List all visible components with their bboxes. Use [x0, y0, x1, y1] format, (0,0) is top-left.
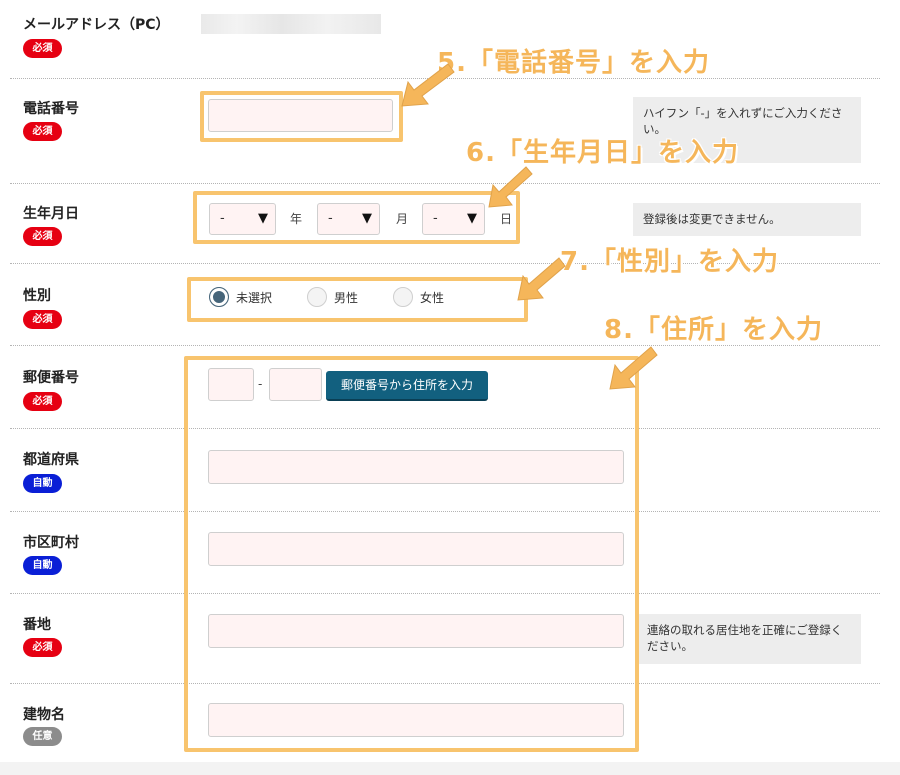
arrow-down-left-icon [401, 63, 455, 107]
arrow-down-left-icon [488, 166, 533, 208]
auto-badge: 自動 [23, 556, 62, 575]
city-label: 市区町村 [23, 535, 79, 551]
arrow-down-left-icon [609, 346, 658, 390]
birth-label: 生年月日 [23, 206, 79, 222]
required-badge: 必須 [23, 122, 62, 141]
street-label: 番地 [23, 617, 51, 633]
zip-label: 郵便番号 [23, 370, 79, 386]
callout-gender: 7.「性別」を入力 [560, 247, 779, 277]
building-label: 建物名 [23, 707, 65, 723]
required-badge: 必須 [23, 39, 62, 58]
optional-badge: 任意 [23, 727, 62, 746]
auto-badge: 自動 [23, 474, 62, 493]
address-highlight-box [184, 356, 639, 752]
required-badge: 必須 [23, 227, 62, 246]
birth-note: 登録後は変更できません。 [633, 203, 861, 236]
callout-birth: 6.「生年月日」を入力 [466, 138, 739, 168]
required-badge: 必須 [23, 638, 62, 657]
required-badge: 必須 [23, 392, 62, 411]
gender-highlight-box [187, 277, 528, 322]
street-note: 連絡の取れる居住地を正確にご登録ください。 [637, 614, 861, 664]
callout-phone: 5.「電話番号」を入力 [437, 48, 710, 78]
gender-label: 性別 [23, 288, 51, 304]
phone-label: 電話番号 [23, 101, 79, 117]
arrow-down-left-icon [517, 257, 566, 301]
row-divider [10, 183, 880, 184]
email-label: メールアドレス（PC） [23, 17, 170, 33]
birth-highlight-box [193, 191, 520, 244]
callout-address: 8.「住所」を入力 [604, 315, 823, 345]
email-value-blurred [201, 14, 381, 34]
phone-highlight-box [200, 91, 403, 142]
prefecture-label: 都道府県 [23, 452, 79, 468]
footer-bar [0, 762, 900, 775]
required-badge: 必須 [23, 310, 62, 329]
